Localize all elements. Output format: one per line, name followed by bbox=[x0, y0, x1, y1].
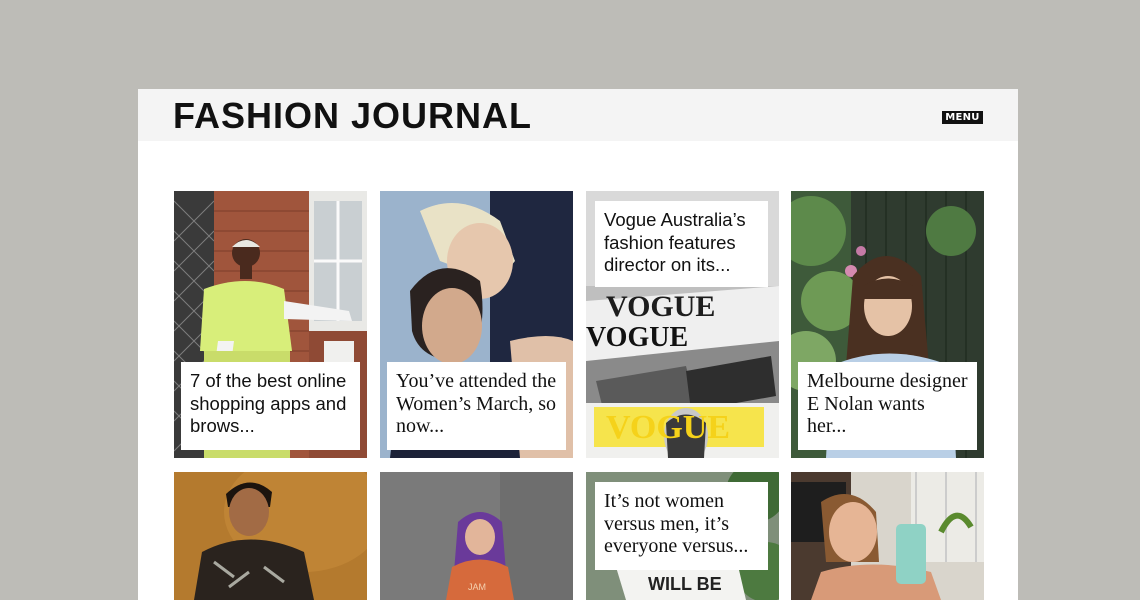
article-title[interactable]: Vogue Australia’s fashion features direc… bbox=[595, 201, 768, 287]
shirt-print: JAM bbox=[468, 582, 486, 592]
article-image: JAM bbox=[380, 472, 573, 600]
article-card[interactable] bbox=[791, 472, 984, 600]
article-card[interactable]: You’ve attended the Women’s March, so no… bbox=[380, 191, 573, 458]
article-title[interactable]: You’ve attended the Women’s March, so no… bbox=[387, 362, 566, 450]
protest-sign-text: WILL BE bbox=[648, 574, 722, 594]
article-card[interactable]: 7 of the best online shopping apps and b… bbox=[174, 191, 367, 458]
webpage: FASHION JOURNAL MENU 7 of the best onlin… bbox=[138, 89, 1018, 600]
article-card[interactable]: Melbourne designer E Nolan wants her... bbox=[791, 191, 984, 458]
site-logo[interactable]: FASHION JOURNAL bbox=[173, 93, 532, 139]
article-title[interactable]: Melbourne designer E Nolan wants her... bbox=[798, 362, 977, 450]
magazine-masthead: VOGUE bbox=[586, 322, 688, 353]
magazine-masthead: VOGUE bbox=[606, 409, 730, 446]
magazine-masthead: VOGUE bbox=[606, 290, 715, 323]
menu-button[interactable]: MENU bbox=[942, 111, 983, 124]
article-image bbox=[791, 472, 984, 600]
article-title[interactable]: 7 of the best online shopping apps and b… bbox=[181, 362, 360, 450]
article-image bbox=[174, 472, 367, 600]
article-title[interactable]: It’s not women versus men, it’s everyone… bbox=[595, 482, 768, 570]
site-header: FASHION JOURNAL MENU bbox=[138, 89, 1018, 141]
article-card[interactable]: VOGUE VOGUE VOGUE Vogue Australia’s fash… bbox=[586, 191, 779, 458]
article-card[interactable]: JAM bbox=[380, 472, 573, 600]
article-card[interactable]: WILL BE It’s not women versus men, it’s … bbox=[586, 472, 779, 600]
article-card[interactable] bbox=[174, 472, 367, 600]
